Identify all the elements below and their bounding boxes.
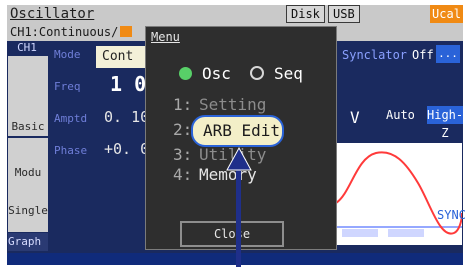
arb-edit-label: ARB Edit bbox=[203, 121, 281, 140]
tab-usb[interactable]: USB bbox=[328, 5, 360, 23]
more-button[interactable]: ... bbox=[436, 45, 460, 63]
screen: Oscillator Disk USB Ucal CH1:Continuous/… bbox=[0, 0, 470, 270]
sync-pulse bbox=[388, 229, 424, 237]
close-button[interactable]: Close bbox=[180, 221, 284, 247]
sidebar-item-basic[interactable]: Basic bbox=[8, 56, 48, 136]
window-title: Oscillator bbox=[10, 6, 95, 22]
phase-value-field[interactable]: +0. 0 bbox=[104, 140, 149, 158]
auto-label: Auto bbox=[386, 108, 415, 122]
menu-item-index: 2: bbox=[173, 120, 193, 139]
param-label-mode: Mode bbox=[54, 48, 81, 61]
channel-mode: CH1:Continuous/ bbox=[10, 25, 119, 39]
menu-item-index: 3: bbox=[173, 145, 193, 164]
synclator-value[interactable]: Off bbox=[412, 48, 434, 62]
callout-arrow-icon bbox=[226, 146, 252, 171]
status-indicator bbox=[120, 26, 132, 37]
sidebar-item-modu[interactable]: Modu Single bbox=[8, 138, 48, 232]
menu-item-arb-edit[interactable]: ARB Edit bbox=[191, 115, 284, 147]
seq-radio-icon[interactable] bbox=[250, 66, 264, 80]
seq-label: Seq bbox=[274, 64, 303, 83]
sidebar-item-label: Basic bbox=[11, 120, 45, 133]
osc-radio-icon[interactable] bbox=[179, 67, 192, 80]
sync-pulse bbox=[342, 229, 378, 237]
tab-disk[interactable]: Disk bbox=[286, 5, 325, 23]
bottom-bar bbox=[7, 253, 463, 265]
sidebar-item-graph[interactable]: Graph bbox=[8, 233, 48, 251]
osc-label: Osc bbox=[202, 64, 231, 83]
menu-title: Menu bbox=[151, 30, 180, 44]
sidebar-item-label: Modu bbox=[14, 166, 42, 179]
freq-value-field[interactable]: 1 0 bbox=[110, 72, 146, 96]
sidebar-item-label: Single bbox=[8, 204, 48, 217]
param-label-phase: Phase bbox=[54, 144, 88, 157]
waveform-preview bbox=[336, 143, 462, 245]
sync-label: SYNC bbox=[437, 208, 466, 222]
ucal-badge[interactable]: Ucal bbox=[430, 5, 463, 23]
channel-tab[interactable]: CH1 bbox=[7, 41, 47, 55]
menu-item-index: 1: bbox=[173, 95, 193, 114]
amptd-value-field[interactable]: 0. 10 bbox=[104, 108, 149, 126]
menu-item-setting[interactable]: Setting bbox=[199, 95, 266, 114]
menu-item-index: 4: bbox=[173, 165, 193, 184]
voltage-unit: V bbox=[350, 108, 360, 127]
synclator-label: Synclator bbox=[342, 48, 408, 62]
param-label-freq: Freq bbox=[54, 80, 81, 93]
high-z-button[interactable]: High-Z bbox=[427, 106, 463, 140]
param-label-amptd: Amptd bbox=[54, 112, 88, 125]
